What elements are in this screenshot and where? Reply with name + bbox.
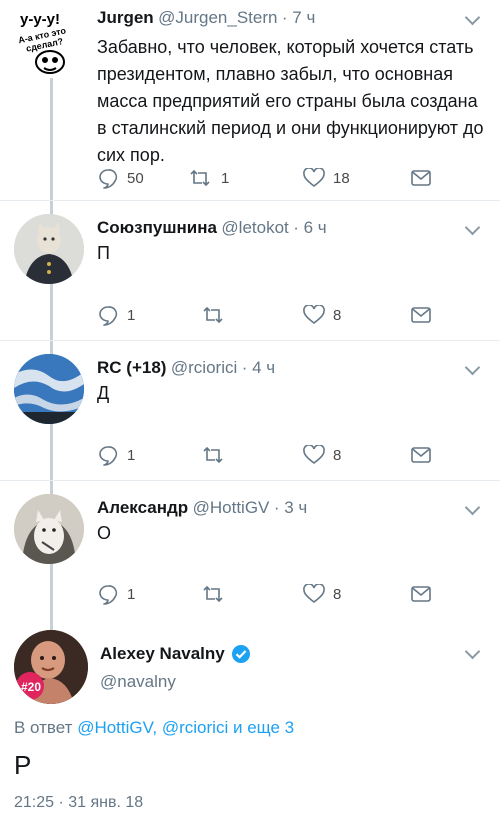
like-button[interactable]: 8 — [303, 303, 341, 327]
retweet-button[interactable] — [200, 303, 234, 327]
reply-button[interactable]: 1 — [97, 443, 135, 467]
tweet-time[interactable]: · 6 ч — [293, 218, 326, 237]
chevron-down-icon[interactable] — [464, 359, 481, 376]
reply-prefix: В ответ — [14, 718, 73, 737]
author-handle[interactable]: @letokot — [221, 218, 288, 237]
author-name[interactable]: Alexey Navalny — [100, 644, 225, 664]
retweet-icon — [200, 305, 226, 325]
retweet-button[interactable] — [200, 443, 234, 467]
avatar[interactable]: у-у-у! А-а кто это сделал? — [14, 6, 86, 78]
heart-icon — [303, 584, 325, 604]
tweet-jurgen[interactable]: у-у-у! А-а кто это сделал? Jurgen @Jurge… — [0, 0, 500, 200]
author-handle[interactable]: @HottiGV — [193, 498, 270, 517]
reply-icon — [97, 583, 119, 605]
reply-button[interactable]: 1 — [97, 582, 135, 606]
author-name[interactable]: Союзпушнина — [97, 218, 217, 237]
dm-button[interactable] — [411, 443, 431, 467]
dm-button[interactable] — [411, 582, 431, 606]
heart-icon — [303, 305, 325, 325]
reply-count: 1 — [127, 446, 136, 464]
author-name[interactable]: Jurgen — [97, 8, 154, 27]
tweet-text: Д — [97, 383, 110, 403]
tweet-time[interactable]: · 4 ч — [242, 358, 275, 377]
reply-button[interactable]: 50 — [97, 166, 144, 190]
author-name[interactable]: RC (+18) — [97, 358, 166, 377]
tweet-time[interactable]: · 3 ч — [274, 498, 307, 517]
avatar[interactable] — [14, 354, 84, 424]
chevron-down-icon[interactable] — [464, 219, 481, 236]
like-count: 8 — [333, 446, 342, 464]
tweet-text: Р — [14, 750, 32, 780]
heart-icon — [303, 445, 325, 465]
retweet-icon — [187, 168, 213, 188]
author-handle[interactable]: @Jurgen_Stern — [158, 8, 277, 27]
dm-button[interactable] — [411, 166, 431, 190]
retweet-button[interactable] — [200, 582, 234, 606]
reply-count: 1 — [127, 306, 136, 324]
heart-icon — [303, 168, 325, 188]
more-mentions-link[interactable]: и еще 3 — [233, 718, 294, 737]
tweet-soyuzpushnina[interactable]: Союзпушнина @letokot · 6 ч П 1 8 — [0, 200, 500, 340]
reply-icon — [97, 444, 119, 466]
svg-text:у-у-у!: у-у-у! — [20, 11, 60, 28]
chevron-down-icon[interactable] — [464, 9, 481, 26]
reply-icon — [97, 304, 119, 326]
tweet-text: П — [97, 243, 110, 263]
like-count: 18 — [333, 169, 350, 187]
chevron-down-icon[interactable] — [464, 643, 481, 660]
avatar[interactable]: #20 — [14, 630, 88, 704]
reply-context: В ответ @HottiGV, @rciorici и еще 3 — [14, 718, 294, 738]
tweet-text: Забавно, что человек, который хочется ст… — [97, 37, 484, 165]
avatar-badge: #20 — [20, 680, 42, 694]
avatar[interactable] — [14, 214, 84, 284]
envelope-icon — [411, 447, 431, 463]
main-tweet[interactable]: #20 Alexey Navalny @navalny В ответ @Hot… — [0, 620, 500, 829]
mention-link[interactable]: @HottiGV, — [77, 718, 157, 737]
like-button[interactable]: 8 — [303, 582, 341, 606]
chevron-down-icon[interactable] — [464, 499, 481, 516]
reply-icon — [97, 167, 119, 189]
reply-count: 1 — [127, 585, 136, 603]
envelope-icon — [411, 586, 431, 602]
envelope-icon — [411, 170, 431, 186]
retweet-count: 1 — [221, 169, 230, 187]
like-button[interactable]: 8 — [303, 443, 341, 467]
tweet-rc[interactable]: RC (+18) @rciorici · 4 ч Д 1 8 — [0, 340, 500, 480]
retweet-icon — [200, 584, 226, 604]
like-count: 8 — [333, 585, 342, 603]
like-button[interactable]: 18 — [303, 166, 350, 190]
tweet-text: О — [97, 523, 112, 543]
author-name[interactable]: Александр — [97, 498, 188, 517]
mention-link[interactable]: @rciorici — [162, 718, 228, 737]
reply-count: 50 — [127, 169, 144, 187]
tweet-aleksandr[interactable]: Александр @HottiGV · 3 ч О 1 8 — [0, 480, 500, 620]
tweet-time[interactable]: · 7 ч — [282, 8, 315, 27]
author-handle[interactable]: @navalny — [100, 672, 176, 692]
retweet-icon — [200, 445, 226, 465]
retweet-button[interactable]: 1 — [187, 166, 229, 190]
verified-icon — [231, 644, 251, 664]
author-handle[interactable]: @rciorici — [171, 358, 237, 377]
dm-button[interactable] — [411, 303, 431, 327]
envelope-icon — [411, 307, 431, 323]
reply-button[interactable]: 1 — [97, 303, 135, 327]
tweet-timestamp[interactable]: 21:25 · 31 янв. 18 — [14, 794, 143, 812]
avatar[interactable] — [14, 494, 84, 564]
like-count: 8 — [333, 306, 342, 324]
